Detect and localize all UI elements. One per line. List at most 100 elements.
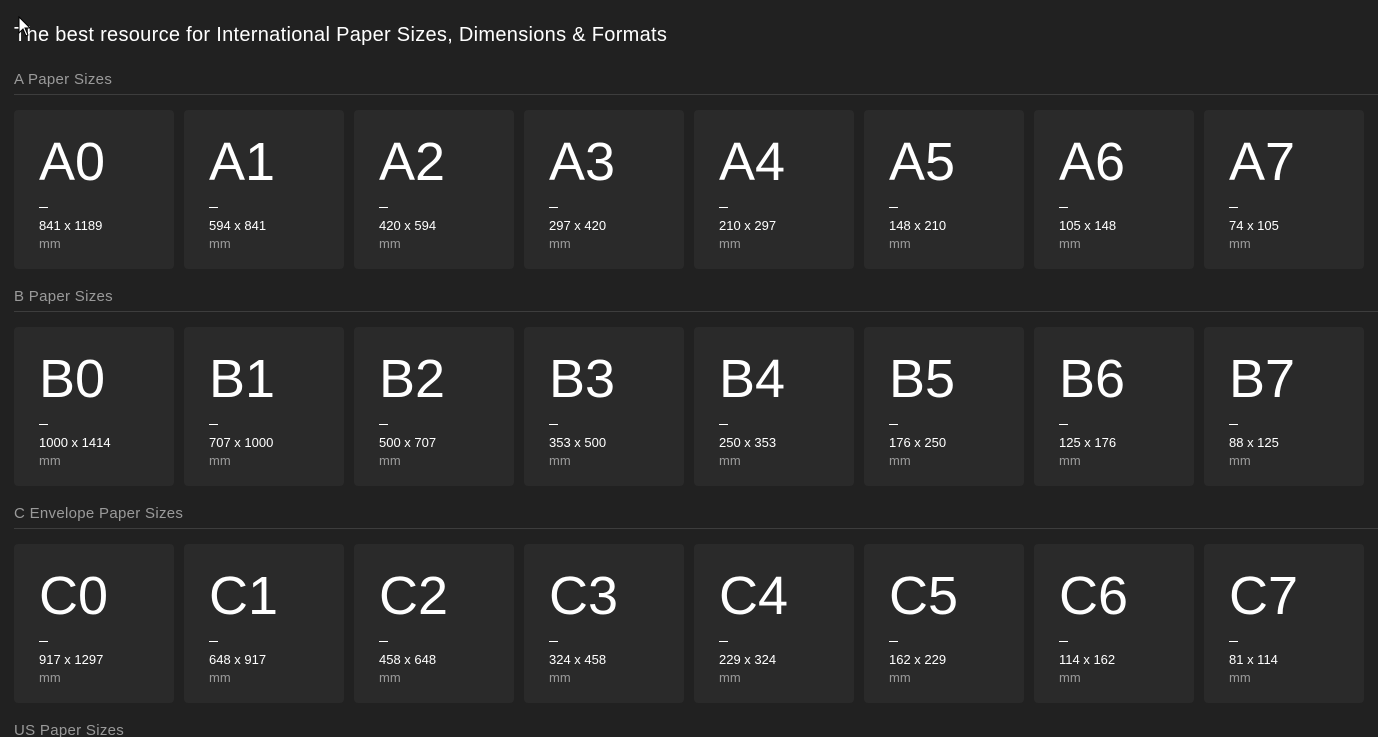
- paper-size-card-a6[interactable]: A6 105 x 148 mm: [1034, 110, 1194, 269]
- card-dimensions: 353 x 500: [549, 435, 607, 450]
- card-unit: mm: [549, 453, 571, 468]
- card-unit: mm: [1229, 670, 1251, 685]
- card-size-name: C5: [889, 566, 959, 626]
- section-divider: [14, 311, 1378, 312]
- card-divider: [39, 641, 48, 642]
- card-dimensions: 81 x 114: [1229, 652, 1278, 667]
- card-dimensions: 88 x 125: [1229, 435, 1279, 450]
- card-size-name: B1: [209, 349, 276, 409]
- card-dimensions: 125 x 176: [1059, 435, 1117, 450]
- card-size-name: B3: [549, 349, 616, 409]
- card-dimensions: 176 x 250: [889, 435, 947, 450]
- card-unit: mm: [39, 236, 61, 251]
- card-dimensions: 500 x 707: [379, 435, 437, 450]
- card-dimensions: 707 x 1000: [209, 435, 274, 450]
- paper-size-card-a4[interactable]: A4 210 x 297 mm: [694, 110, 854, 269]
- paper-size-card-c0[interactable]: C0 917 x 1297 mm: [14, 544, 174, 703]
- card-size-name: A3: [549, 132, 616, 192]
- card-dimensions: 1000 x 1414: [39, 435, 111, 450]
- card-size-name: A0: [39, 132, 106, 192]
- card-unit: mm: [39, 453, 61, 468]
- paper-size-card-a3[interactable]: A3 297 x 420 mm: [524, 110, 684, 269]
- section-c-envelope-paper-sizes: C Envelope Paper Sizes C0 917 x 1297 mm …: [0, 505, 1378, 705]
- paper-size-card-a2[interactable]: A2 420 x 594 mm: [354, 110, 514, 269]
- card-size-name: C3: [549, 566, 619, 626]
- card-divider: [889, 641, 898, 642]
- card-dimensions: 458 x 648: [379, 652, 437, 667]
- card-divider: [379, 641, 388, 642]
- card-dimensions: 148 x 210: [889, 218, 947, 233]
- card-size-name: A7: [1229, 132, 1296, 192]
- paper-size-card-c5[interactable]: C5 162 x 229 mm: [864, 544, 1024, 703]
- card-divider: [719, 424, 728, 425]
- card-divider: [549, 207, 558, 208]
- card-unit: mm: [1229, 453, 1251, 468]
- card-size-name: A4: [719, 132, 786, 192]
- card-dimensions: 229 x 324: [719, 652, 777, 667]
- card-dimensions: 105 x 148: [1059, 218, 1117, 233]
- card-divider: [549, 641, 558, 642]
- paper-size-card-a0[interactable]: A0 841 x 1189 mm: [14, 110, 174, 269]
- card-size-name: C2: [379, 566, 449, 626]
- card-divider: [209, 424, 218, 425]
- section-divider: [14, 94, 1378, 95]
- card-unit: mm: [379, 453, 401, 468]
- card-size-name: C7: [1229, 566, 1299, 626]
- mouse-pointer-icon: [18, 16, 30, 37]
- section-divider: [14, 528, 1378, 529]
- paper-size-card-b3[interactable]: B3 353 x 500 mm: [524, 327, 684, 486]
- card-size-name: C0: [39, 566, 109, 626]
- card-size-name: C6: [1059, 566, 1129, 626]
- card-unit: mm: [549, 670, 571, 685]
- card-size-name: B0: [39, 349, 106, 409]
- paper-size-card-b1[interactable]: B1 707 x 1000 mm: [184, 327, 344, 486]
- card-unit: mm: [889, 453, 911, 468]
- card-dimensions: 74 x 105: [1229, 218, 1279, 233]
- page-title: The best resource for International Pape…: [14, 24, 668, 46]
- paper-size-card-c7[interactable]: C7 81 x 114 mm: [1204, 544, 1364, 703]
- section-heading[interactable]: US Paper Sizes: [14, 722, 124, 737]
- section-heading[interactable]: A Paper Sizes: [14, 71, 112, 89]
- card-divider: [1229, 424, 1238, 425]
- section-us-paper-sizes: US Paper Sizes: [0, 722, 1378, 737]
- card-size-name: A2: [379, 132, 446, 192]
- card-unit: mm: [39, 670, 61, 685]
- card-size-name: C4: [719, 566, 789, 626]
- section-heading[interactable]: B Paper Sizes: [14, 288, 113, 306]
- card-dimensions: 297 x 420: [549, 218, 607, 233]
- paper-size-card-a7[interactable]: A7 74 x 105 mm: [1204, 110, 1364, 269]
- paper-size-card-b7[interactable]: B7 88 x 125 mm: [1204, 327, 1364, 486]
- card-divider: [39, 207, 48, 208]
- card-unit: mm: [719, 453, 741, 468]
- card-unit: mm: [1059, 236, 1081, 251]
- paper-size-card-c4[interactable]: C4 229 x 324 mm: [694, 544, 854, 703]
- paper-size-card-c2[interactable]: C2 458 x 648 mm: [354, 544, 514, 703]
- card-unit: mm: [719, 236, 741, 251]
- card-divider: [1229, 207, 1238, 208]
- card-divider: [379, 424, 388, 425]
- card-size-name: B4: [719, 349, 786, 409]
- card-size-name: C1: [209, 566, 279, 626]
- card-dimensions: 210 x 297: [719, 218, 777, 233]
- card-divider: [209, 207, 218, 208]
- paper-size-card-b4[interactable]: B4 250 x 353 mm: [694, 327, 854, 486]
- card-divider: [1059, 207, 1068, 208]
- card-unit: mm: [379, 670, 401, 685]
- paper-size-card-b0[interactable]: B0 1000 x 1414 mm: [14, 327, 174, 486]
- card-size-name: A6: [1059, 132, 1126, 192]
- card-size-name: B7: [1229, 349, 1296, 409]
- paper-size-card-c1[interactable]: C1 648 x 917 mm: [184, 544, 344, 703]
- paper-size-card-a5[interactable]: A5 148 x 210 mm: [864, 110, 1024, 269]
- section-heading[interactable]: C Envelope Paper Sizes: [14, 505, 183, 523]
- paper-size-card-b6[interactable]: B6 125 x 176 mm: [1034, 327, 1194, 486]
- card-divider: [1059, 424, 1068, 425]
- paper-size-card-b2[interactable]: B2 500 x 707 mm: [354, 327, 514, 486]
- paper-size-card-c3[interactable]: C3 324 x 458 mm: [524, 544, 684, 703]
- paper-size-card-c6[interactable]: C6 114 x 162 mm: [1034, 544, 1194, 703]
- paper-size-card-a1[interactable]: A1 594 x 841 mm: [184, 110, 344, 269]
- paper-size-card-b5[interactable]: B5 176 x 250 mm: [864, 327, 1024, 486]
- card-unit: mm: [209, 453, 231, 468]
- card-unit: mm: [1229, 236, 1251, 251]
- card-divider: [889, 424, 898, 425]
- card-unit: mm: [889, 670, 911, 685]
